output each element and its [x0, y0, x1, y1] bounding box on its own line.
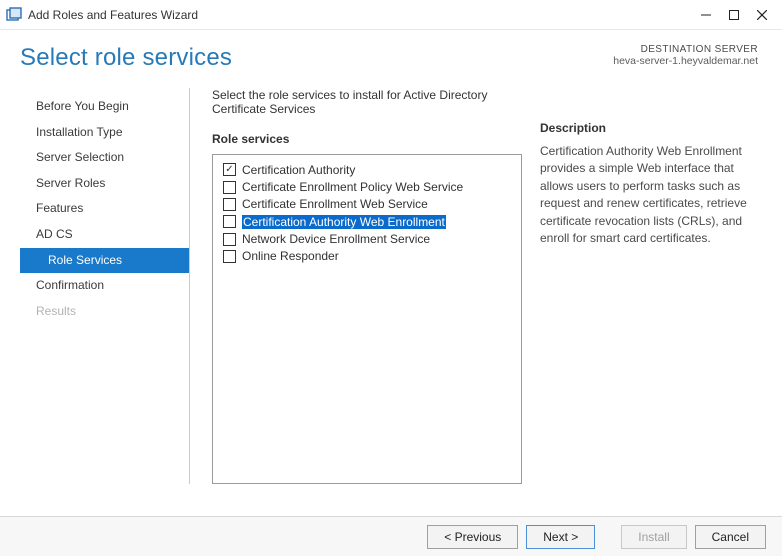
role-label: Certificate Enrollment Web Service [242, 197, 428, 211]
checkbox-icon[interactable] [223, 233, 236, 246]
nav-confirmation[interactable]: Confirmation [20, 273, 189, 299]
install-button: Install [621, 525, 686, 549]
role-online-responder[interactable]: Online Responder [221, 248, 513, 265]
role-label: Certification Authority Web Enrollment [242, 215, 446, 229]
next-button[interactable]: Next > [526, 525, 595, 549]
role-ca-web-enrollment[interactable]: Certification Authority Web Enrollment [221, 213, 513, 230]
nav-server-selection[interactable]: Server Selection [20, 145, 189, 171]
wizard-nav: Before You Begin Installation Type Serve… [20, 88, 190, 484]
checkbox-icon[interactable] [223, 198, 236, 211]
description-heading: Description [540, 121, 758, 135]
cancel-button[interactable]: Cancel [695, 525, 766, 549]
wizard-footer: < Previous Next > Install Cancel [0, 516, 782, 556]
roles-heading: Role services [212, 132, 522, 146]
role-label: Certification Authority [242, 163, 355, 177]
role-label: Online Responder [242, 249, 339, 263]
nav-server-roles[interactable]: Server Roles [20, 171, 189, 197]
role-label: Network Device Enrollment Service [242, 232, 430, 246]
destination-info: DESTINATION SERVER heva-server-1.heyvald… [613, 44, 758, 67]
nav-results: Results [20, 299, 189, 325]
destination-label: DESTINATION SERVER [613, 44, 758, 55]
destination-server: heva-server-1.heyvaldemar.net [613, 55, 758, 67]
window-title: Add Roles and Features Wizard [28, 8, 198, 22]
instruction-text: Select the role services to install for … [212, 88, 522, 116]
role-network-device-enrollment[interactable]: Network Device Enrollment Service [221, 231, 513, 248]
nav-installation-type[interactable]: Installation Type [20, 120, 189, 146]
app-icon [6, 7, 22, 23]
role-label: Certificate Enrollment Policy Web Servic… [242, 180, 463, 194]
nav-before-you-begin[interactable]: Before You Begin [20, 94, 189, 120]
role-cert-enrollment-web[interactable]: Certificate Enrollment Web Service [221, 196, 513, 213]
close-button[interactable] [748, 0, 776, 30]
nav-features[interactable]: Features [20, 196, 189, 222]
role-certification-authority[interactable]: ✓ Certification Authority [221, 161, 513, 178]
page-title: Select role services [20, 44, 232, 72]
previous-button[interactable]: < Previous [427, 525, 518, 549]
nav-role-services[interactable]: Role Services [20, 248, 189, 274]
description-text: Certification Authority Web Enrollment p… [540, 143, 758, 247]
checkbox-icon[interactable]: ✓ [223, 163, 236, 176]
checkbox-icon[interactable] [223, 181, 236, 194]
page-header: Select role services DESTINATION SERVER … [0, 30, 782, 76]
titlebar: Add Roles and Features Wizard [0, 0, 782, 30]
nav-adcs[interactable]: AD CS [20, 222, 189, 248]
minimize-button[interactable] [692, 0, 720, 30]
role-cert-enrollment-policy-web[interactable]: Certificate Enrollment Policy Web Servic… [221, 178, 513, 195]
checkbox-icon[interactable] [223, 215, 236, 228]
maximize-button[interactable] [720, 0, 748, 30]
role-services-listbox: ✓ Certification Authority Certificate En… [212, 154, 522, 484]
checkbox-icon[interactable] [223, 250, 236, 263]
